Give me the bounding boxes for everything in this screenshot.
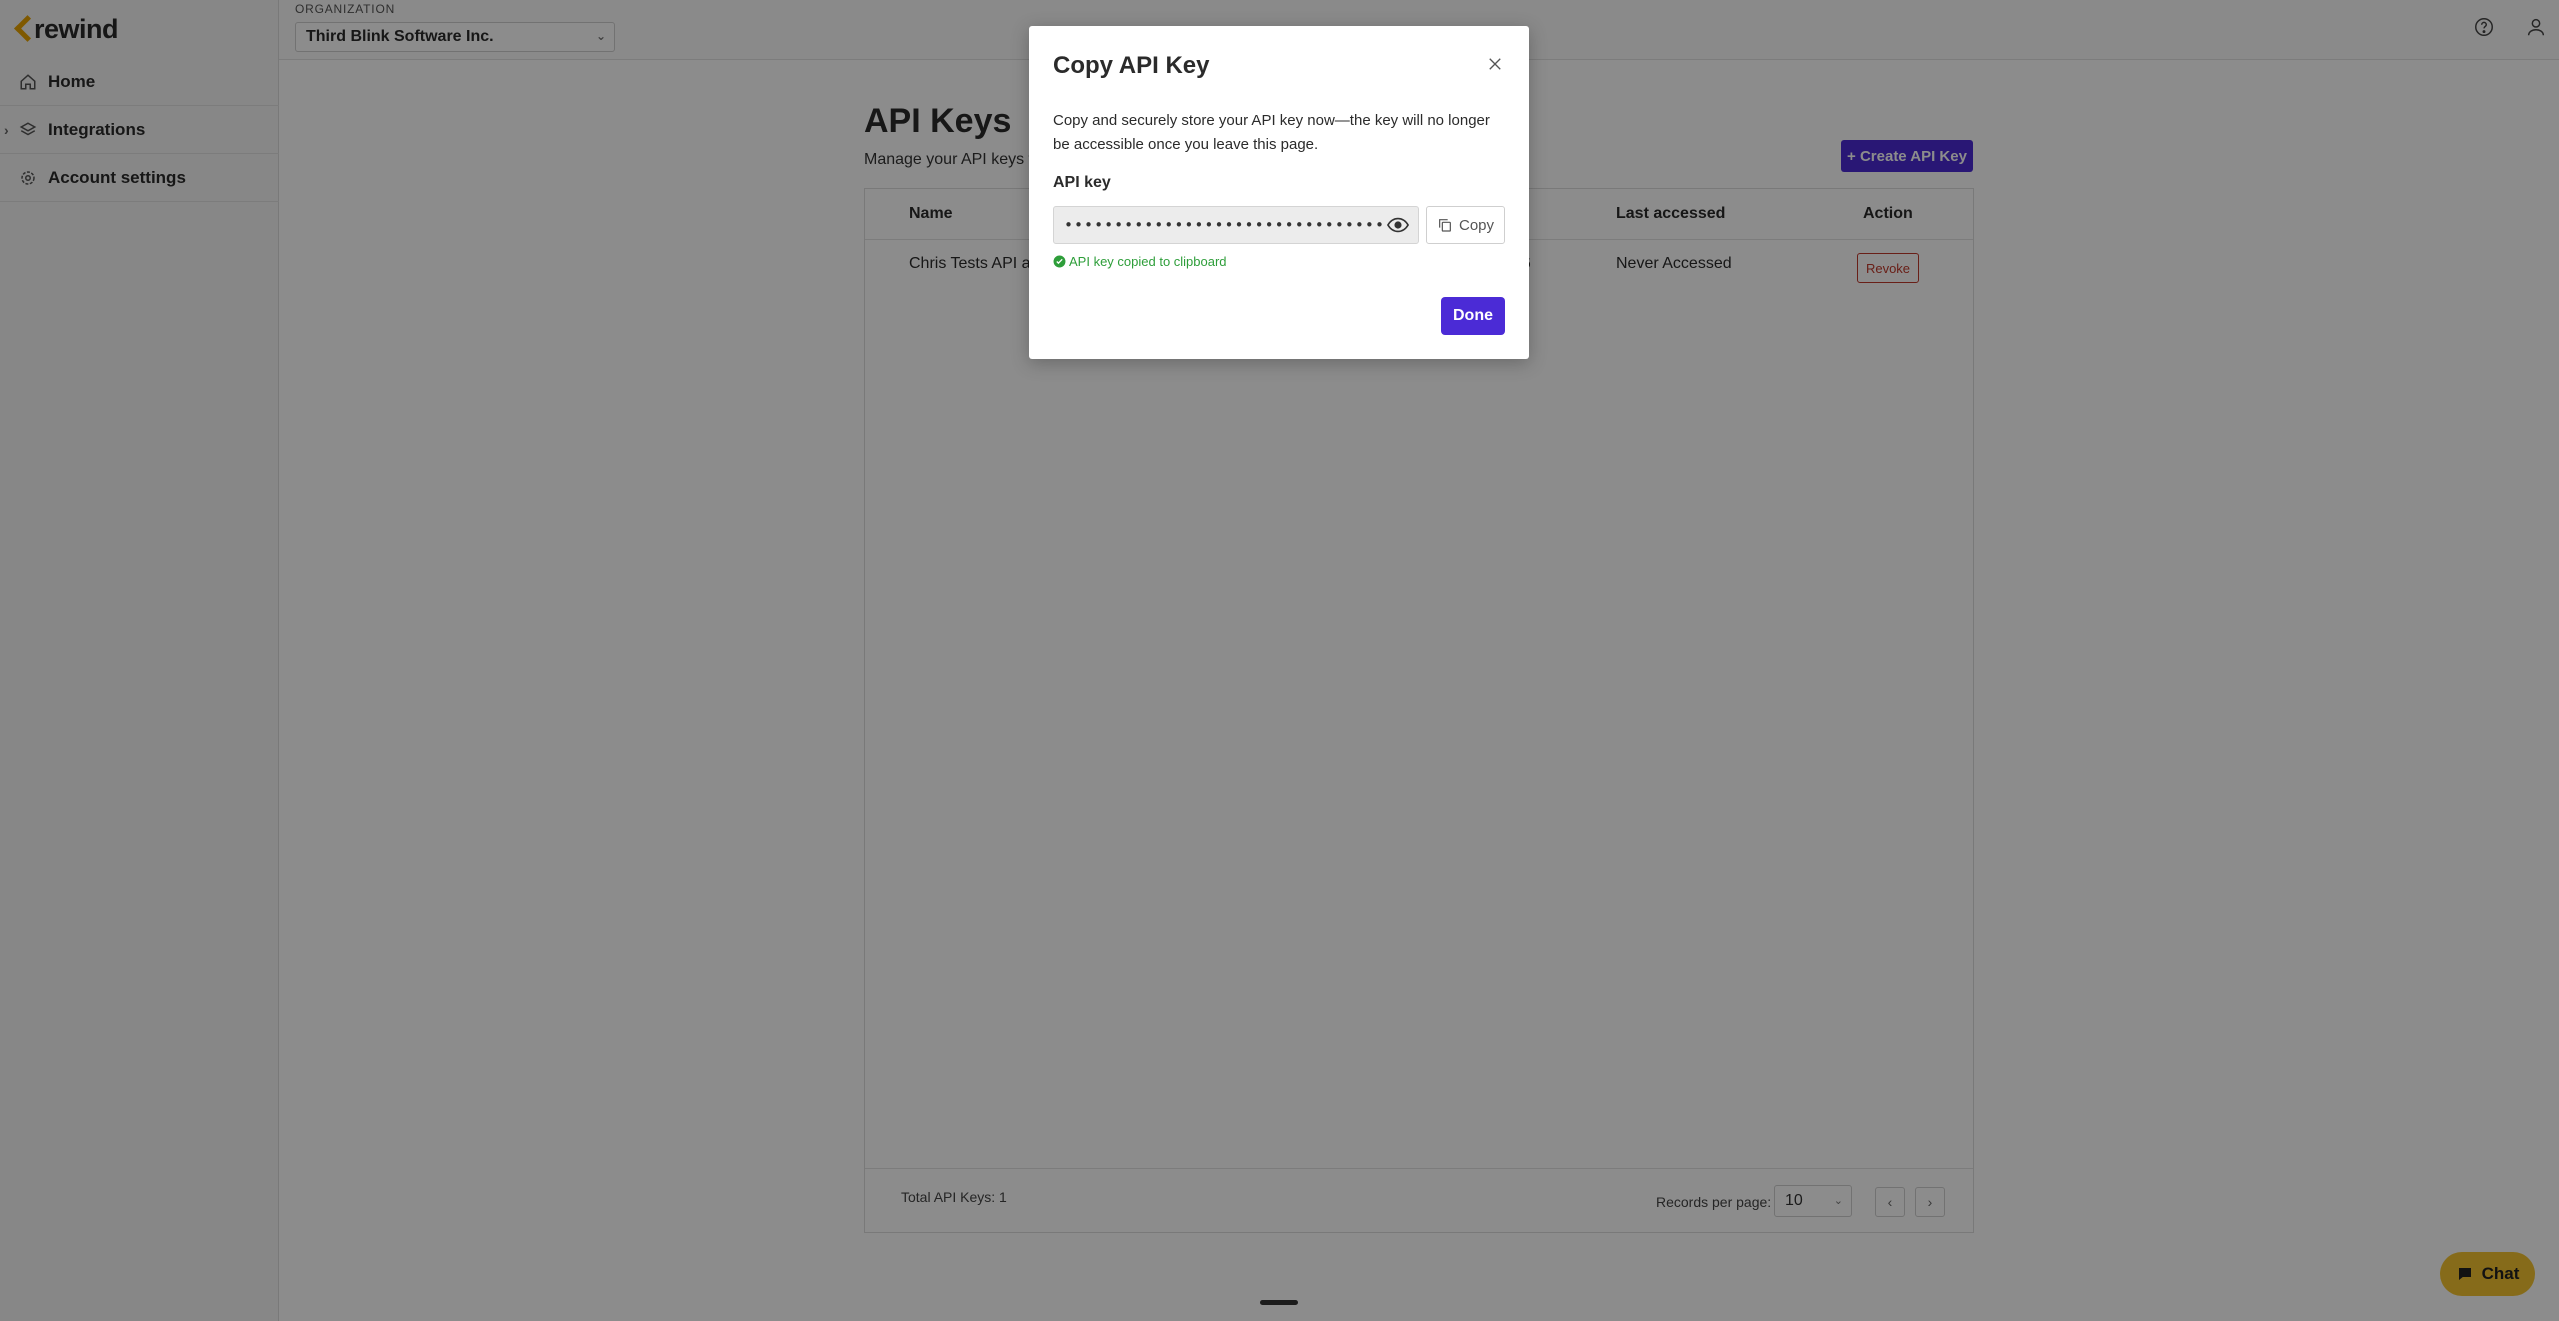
copy-api-key-dialog: Copy API Key Copy and securely store you… — [1029, 26, 1529, 359]
copied-confirmation: API key copied to clipboard — [1053, 254, 1227, 269]
dialog-description: Copy and securely store your API key now… — [1053, 112, 1490, 153]
check-circle-icon — [1053, 255, 1066, 268]
copy-icon — [1439, 219, 1451, 232]
api-key-label: API key — [1053, 174, 1111, 191]
api-key-field[interactable]: •••••••••••••••••••••••••••••••• — [1053, 206, 1419, 244]
dialog-title: Copy API Key — [1053, 52, 1210, 79]
done-button[interactable]: Done — [1441, 297, 1505, 335]
copied-message: API key copied to clipboard — [1069, 254, 1227, 269]
copy-label: Copy — [1458, 216, 1495, 234]
eye-icon[interactable] — [1386, 216, 1410, 234]
close-icon[interactable] — [1483, 52, 1507, 76]
copy-button[interactable]: Copy — [1426, 206, 1505, 244]
